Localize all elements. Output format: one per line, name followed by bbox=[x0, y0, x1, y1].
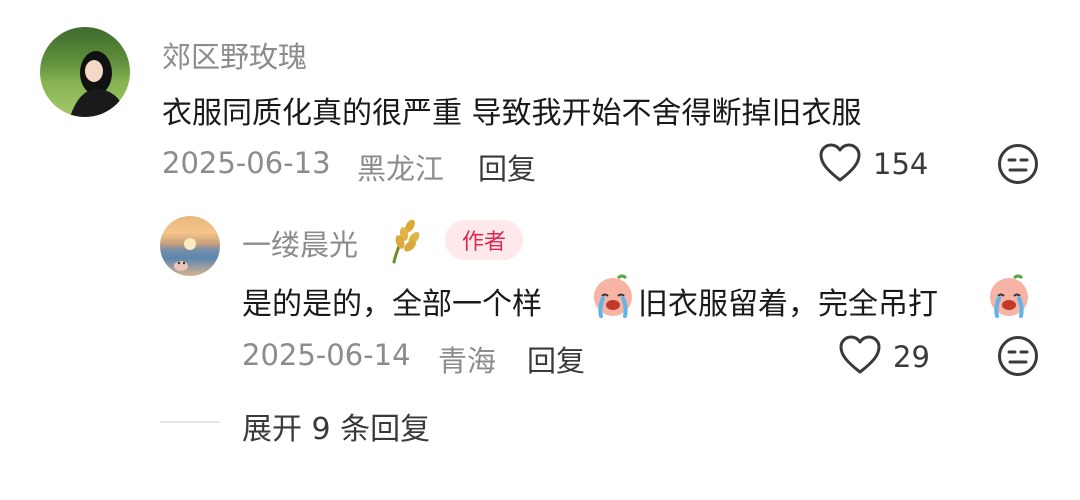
rice-ear-icon bbox=[380, 216, 428, 264]
comment-location: 黑龙江 bbox=[357, 152, 445, 186]
heart-outline-icon[interactable] bbox=[818, 143, 862, 183]
expand-replies-button[interactable]: 展开 9 条回复 bbox=[242, 404, 430, 448]
avatar[interactable] bbox=[40, 27, 130, 117]
reply-location: 青海 bbox=[438, 344, 497, 378]
avatar[interactable] bbox=[160, 216, 220, 276]
comment-text: 衣服同质化真的很严重 导致我开始不舍得断掉旧衣服 bbox=[162, 96, 862, 131]
comment-date: 2025-06-13 bbox=[162, 146, 331, 180]
reply-date: 2025-06-14 bbox=[242, 338, 411, 372]
comment-reply-button[interactable]: 回复 bbox=[478, 146, 536, 188]
meh-face-icon[interactable] bbox=[997, 335, 1039, 377]
meh-face-icon[interactable] bbox=[997, 143, 1039, 185]
reply-username[interactable]: 一缕晨光 bbox=[242, 222, 358, 264]
reply-text-part2: 旧衣服留着，完全吊打 bbox=[638, 287, 938, 322]
reply-text-part1: 是的是的，全部一个样 bbox=[242, 287, 542, 322]
author-badge: 作者 bbox=[445, 220, 523, 260]
crying-face-emoji bbox=[590, 272, 636, 318]
reply-like-count: 29 bbox=[893, 340, 930, 374]
reply-reply-button[interactable]: 回复 bbox=[527, 338, 585, 380]
heart-outline-icon[interactable] bbox=[838, 335, 882, 375]
comment-username[interactable]: 郊区野玫瑰 bbox=[162, 34, 307, 76]
divider bbox=[160, 421, 220, 423]
comment-like-count: 154 bbox=[873, 147, 929, 181]
crying-face-emoji bbox=[986, 272, 1032, 318]
